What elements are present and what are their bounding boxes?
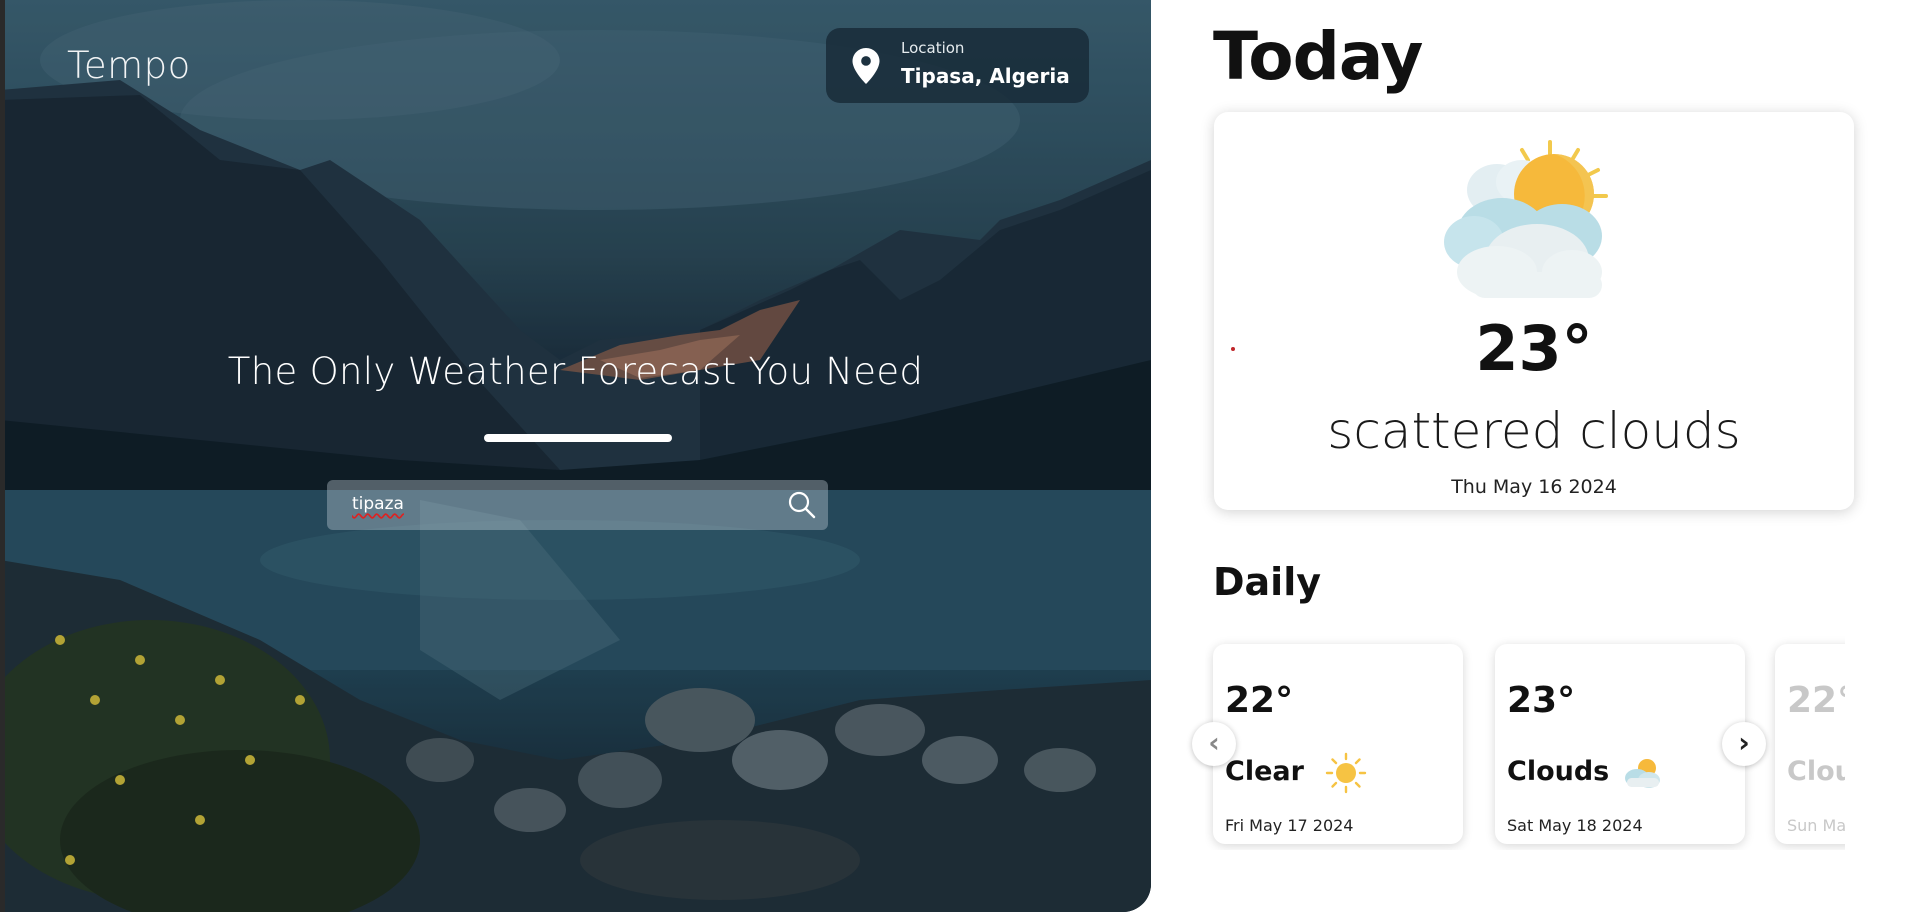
day-card[interactable]: 22° Clear Fri May 17 2024 <box>1213 644 1463 844</box>
day-temperature: 22° <box>1787 680 1845 721</box>
day-condition: Clouds <box>1507 756 1610 787</box>
day-temperature: 22° <box>1225 680 1294 721</box>
day-condition: Clear <box>1225 756 1304 787</box>
location-label: Location <box>901 39 965 57</box>
hero-headline: The Only Weather Forecast You Need <box>227 350 924 393</box>
cloud-sun-icon <box>1625 759 1660 788</box>
day-card[interactable]: 23° Clouds Sat May 18 2024 <box>1495 644 1745 844</box>
day-date: Sun May 19 2024 <box>1787 816 1845 835</box>
day-card[interactable]: 22° Clouds Sun May 19 2024 <box>1775 644 1845 844</box>
app-root: Tempo Location Tipasa, Algeria The Only … <box>0 0 1918 912</box>
today-description: scattered clouds <box>1327 402 1741 460</box>
search-icon[interactable] <box>786 489 818 521</box>
headline-underline <box>484 434 672 442</box>
sun-icon <box>1325 752 1367 794</box>
location-value: Tipasa, Algeria <box>901 64 1070 88</box>
brand-logo[interactable]: Tempo <box>67 44 191 87</box>
daily-heading: Daily <box>1213 560 1322 604</box>
hero-panel: Tempo Location Tipasa, Algeria The Only … <box>0 0 1151 912</box>
landscape-background <box>0 0 1151 912</box>
day-date: Sat May 18 2024 <box>1507 816 1643 835</box>
location-pin-icon <box>852 48 880 84</box>
today-card: 23° scattered clouds Thu May 16 2024 <box>1214 112 1854 510</box>
sun-behind-clouds-icon <box>1444 140 1608 298</box>
today-heading: Today <box>1213 18 1423 95</box>
day-condition: Clouds <box>1787 756 1845 787</box>
day-date: Fri May 17 2024 <box>1225 816 1354 835</box>
search-field[interactable]: tipaza <box>327 480 828 530</box>
day-temperature: 23° <box>1507 680 1576 721</box>
location-box[interactable]: Location Tipasa, Algeria <box>826 28 1089 103</box>
today-temperature: 23° <box>1475 312 1593 385</box>
search-input[interactable]: tipaza <box>352 494 404 514</box>
carousel-next-button[interactable]: › <box>1722 722 1766 766</box>
window-edge <box>0 0 5 912</box>
carousel-prev-button[interactable]: ‹ <box>1192 722 1236 766</box>
today-date: Thu May 16 2024 <box>1451 476 1617 498</box>
